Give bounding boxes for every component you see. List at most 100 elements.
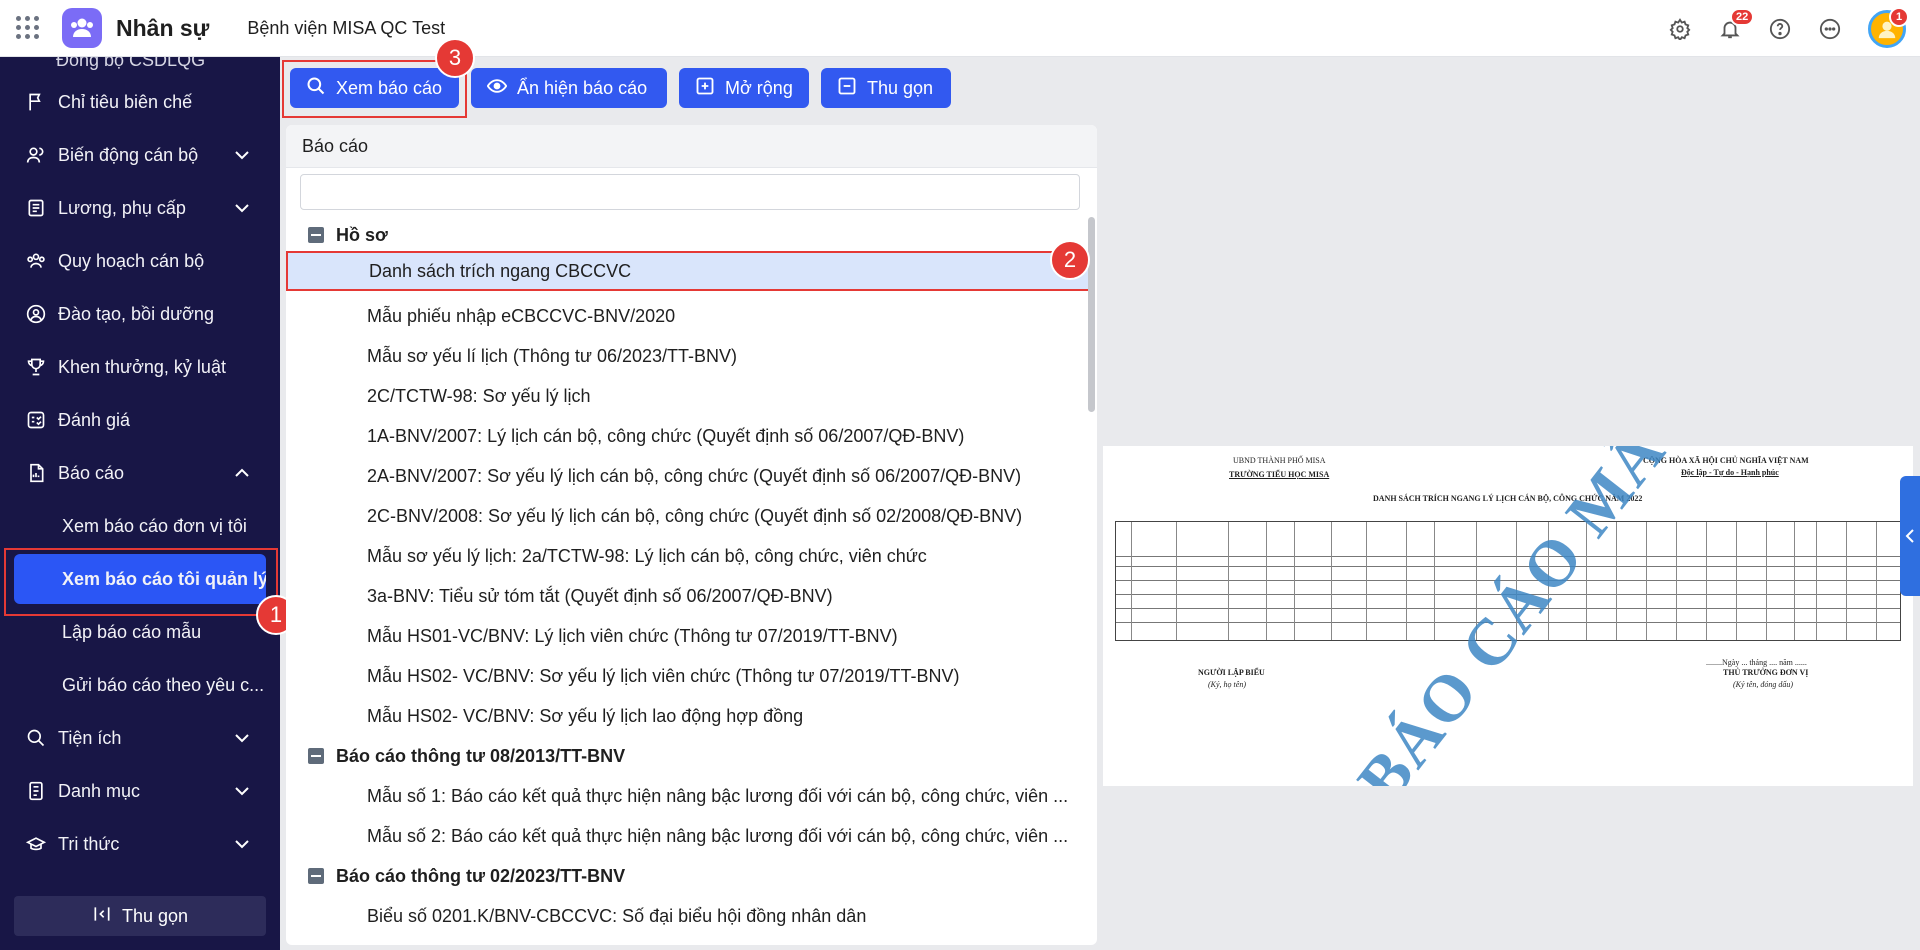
sidebar-item-label: Đào tạo, bồi dưỡng: [58, 303, 214, 324]
sidebar-item-training[interactable]: Đào tạo, bồi dưỡng: [0, 289, 280, 339]
tree-item[interactable]: 2C/TCTW-98: Sơ yếu lý lịch: [367, 376, 1077, 416]
sidebar-item-label: Quy hoạch cán bộ: [58, 250, 205, 271]
minus-square-icon: [837, 76, 857, 101]
tree-item[interactable]: Mẫu sơ yếu lí lịch (Thông tư 06/2023/TT-…: [367, 336, 1077, 376]
tree-group-label: Hồ sơ: [336, 224, 388, 245]
expand-label: Mở rộng: [725, 77, 793, 98]
tree-item[interactable]: Mẫu số 2: Báo cáo kết quả thực hiện nâng…: [367, 816, 1077, 856]
sidebar-item-label: Tiện ích: [58, 727, 122, 748]
sidebar-item-staff-changes[interactable]: Biến động cán bộ: [0, 130, 280, 180]
report-search-input[interactable]: [300, 174, 1080, 210]
tree-group-circular-08[interactable]: Báo cáo thông tư 08/2013/TT-BNV: [308, 738, 625, 774]
sidebar-item-label: Danh mục: [58, 780, 141, 801]
preview-maker: NGƯỜI LẬP BIỂU: [1198, 668, 1265, 677]
chevron-down-icon[interactable]: [232, 781, 252, 801]
sidebar-item-label: Đánh giá: [58, 409, 131, 430]
trophy-icon: [24, 355, 48, 379]
collapse-minus-icon[interactable]: [308, 868, 324, 884]
training-icon: [24, 302, 48, 326]
flag-icon: [24, 90, 48, 114]
tree-item[interactable]: Mẫu HS02- VC/BNV: Sơ yếu lý lịch viên ch…: [367, 656, 1077, 696]
tree-item[interactable]: Mẫu HS02- VC/BNV: Sơ yếu lý lịch lao độn…: [367, 696, 1077, 736]
tree-group-circular-02[interactable]: Báo cáo thông tư 02/2023/TT-BNV: [308, 858, 625, 894]
highlight-box-managed-reports: [4, 548, 278, 616]
panel-scrollbar[interactable]: [1088, 217, 1095, 412]
plus-square-icon: [695, 76, 715, 101]
people-icon: [24, 143, 48, 167]
help-icon[interactable]: [1768, 17, 1792, 41]
sidebar-item-rewards[interactable]: Khen thưởng, kỷ luật: [0, 342, 280, 392]
app-launcher-icon[interactable]: [16, 16, 40, 40]
panel-title: Báo cáo: [286, 125, 1097, 168]
user-avatar[interactable]: 1: [1868, 6, 1909, 48]
collapse-icon: [92, 904, 112, 929]
chevron-down-icon[interactable]: [232, 145, 252, 165]
sidebar-item-utilities[interactable]: Tiện ích: [0, 713, 280, 763]
tree-item[interactable]: Mẫu số 1: Báo cáo kết quả thực hiện nâng…: [367, 776, 1077, 816]
sidebar-collapse-button[interactable]: Thu gọn: [14, 896, 266, 936]
toggle-report-label: Ẩn hiện báo cáo: [517, 77, 648, 98]
tree-item[interactable]: Mẫu HS01-VC/BNV: Lý lịch viên chức (Thôn…: [367, 616, 1077, 656]
rating-icon: [24, 408, 48, 432]
collapse-minus-icon[interactable]: [308, 748, 324, 764]
chevron-up-icon[interactable]: [232, 463, 252, 483]
sidebar-item-catalog[interactable]: Danh mục: [0, 766, 280, 816]
sidebar-item-reports[interactable]: Báo cáo: [0, 448, 280, 498]
sidebar-sub-send-report[interactable]: Gửi báo cáo theo yêu c...: [0, 660, 280, 710]
sidebar-item-label: Báo cáo: [58, 462, 125, 483]
sidebar-sub-my-unit-reports[interactable]: Xem báo cáo đơn vị tôi: [0, 501, 280, 551]
notification-bell-icon[interactable]: 22: [1718, 7, 1755, 41]
sidebar-item-label: Khen thưởng, kỷ luật: [58, 356, 226, 377]
sidebar-item-staff-planning[interactable]: Quy hoạch cán bộ: [0, 236, 280, 286]
sidebar-item-staffing-quota[interactable]: Chỉ tiêu biên chế: [0, 77, 280, 127]
tree-group-label: Báo cáo thông tư 02/2023/TT-BNV: [336, 865, 626, 886]
preview-maker-sign: (Ký, họ tên): [1208, 680, 1246, 689]
group-icon: [24, 249, 48, 273]
knowledge-icon: [24, 832, 48, 856]
expand-button[interactable]: Mở rộng: [679, 68, 809, 108]
tree-group-label: Báo cáo thông tư 08/2013/TT-BNV: [336, 745, 626, 766]
tree-item-selected[interactable]: Danh sách trích ngang CBCCVC: [286, 251, 1093, 291]
preview-side-toggle[interactable]: [1900, 476, 1920, 596]
collapse-minus-icon[interactable]: [308, 227, 324, 243]
step-marker-3: 3: [435, 38, 475, 78]
eye-icon: [486, 76, 508, 101]
sidebar-item-salary[interactable]: Lương, phụ cấp: [0, 183, 280, 233]
app-name: Nhân sự: [116, 14, 210, 41]
tree-item[interactable]: 2C-BNV/2008: Sơ yếu lý lịch cán bộ, công…: [367, 496, 1077, 536]
sidebar-item-sync-partial[interactable]: Đồng bộ CSDLQG: [56, 57, 205, 71]
report-icon: [24, 461, 48, 485]
preview-head-sign: (Ký tên, đóng dấu): [1733, 680, 1793, 689]
sidebar-item-knowledge[interactable]: Tri thức: [0, 819, 280, 869]
chevron-down-icon[interactable]: [232, 728, 252, 748]
report-tree-panel: Báo cáo Hồ sơ Danh sách trích ngang CBCC…: [286, 125, 1097, 945]
sidebar-item-evaluation[interactable]: Đánh giá: [0, 395, 280, 445]
collapse-button[interactable]: Thu gọn: [821, 68, 951, 108]
organization-name[interactable]: Bệnh viện MISA QC Test: [247, 18, 445, 39]
report-preview: UBND THÀNH PHỐ MISA TRƯỜNG TIỂU HỌC MISA…: [1103, 446, 1913, 786]
top-bar: Nhân sự Bệnh viện MISA QC Test 22 1: [0, 0, 1920, 57]
app-logo: [62, 8, 102, 48]
tree-item[interactable]: Mẫu sơ yếu lý lịch: 2a/TCTW-98: Lý lịch …: [367, 536, 1077, 576]
tree-item[interactable]: 3a-BNV: Tiểu sử tóm tắt (Quyết định số 0…: [367, 576, 1077, 616]
chevron-down-icon[interactable]: [232, 198, 252, 218]
step-marker-2: 2: [1050, 240, 1090, 280]
sidebar: Đồng bộ CSDLQG Chỉ tiêu biên chế Biến độ…: [0, 57, 280, 950]
settings-gear-icon[interactable]: [1668, 17, 1692, 41]
chevron-down-icon[interactable]: [232, 834, 252, 854]
avatar-badge: 1: [1889, 6, 1909, 27]
more-options-icon[interactable]: [1818, 17, 1842, 41]
search-icon: [24, 726, 48, 750]
payroll-icon: [24, 196, 48, 220]
preview-date-line: ........Ngày ... tháng .... năm ......: [1706, 658, 1807, 667]
collapse-label: Thu gọn: [121, 905, 189, 926]
tree-item[interactable]: 1A-BNV/2007: Lý lịch cán bộ, công chức (…: [367, 416, 1077, 456]
sidebar-item-label: Chỉ tiêu biên chế: [58, 91, 193, 112]
toggle-report-button[interactable]: Ẩn hiện báo cáo: [471, 68, 667, 108]
tree-item[interactable]: Biểu số 0201.K/BNV-CBCCVC: Số đại biểu h…: [367, 896, 1077, 936]
preview-head: THỦ TRƯỞNG ĐƠN VỊ: [1723, 668, 1809, 677]
tree-item[interactable]: 2A-BNV/2007: Sơ yếu lý lịch cán bộ, công…: [367, 456, 1077, 496]
tree-group-profile[interactable]: Hồ sơ: [308, 217, 388, 253]
tree-item[interactable]: Mẫu phiếu nhập eCBCCVC-BNV/2020: [367, 296, 1077, 336]
sidebar-item-label: Biến động cán bộ: [58, 144, 199, 165]
